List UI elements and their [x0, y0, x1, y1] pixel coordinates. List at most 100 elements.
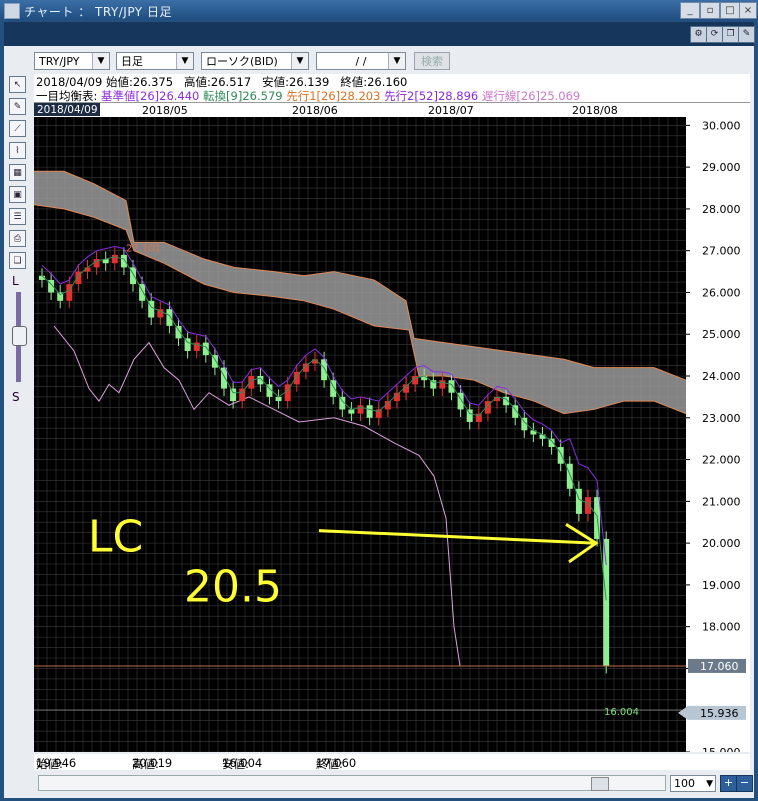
chevron-down-icon: ▼	[388, 53, 405, 69]
chart-toolbar: TRY/JPY ▼ 日足 ▼ ローソク(BID) ▼ / / ▼ 検索	[4, 46, 754, 74]
minimize-icon[interactable]: _	[680, 2, 700, 19]
bottom-high-value: 20.019	[132, 756, 173, 770]
zoom-out-icon[interactable]: −	[736, 775, 753, 792]
candle-body	[230, 388, 237, 402]
open-label: 始値:	[105, 75, 133, 89]
info-date: 2018/04/09	[36, 75, 103, 89]
period-select[interactable]: 日足 ▼	[116, 52, 194, 70]
candle-body	[357, 405, 364, 414]
chart-window: チャート ： TRY/JPY 日足 _ ▫ □ × ⚙ ⟳ ❐ ✎ TRY/JP…	[0, 0, 758, 801]
gear-icon[interactable]: ⚙	[690, 26, 707, 43]
candle-body	[439, 380, 446, 389]
zoom-in-icon[interactable]: +	[720, 775, 737, 792]
trend-tool-icon[interactable]: ⌇	[9, 142, 26, 159]
y-tick-label: 15.000	[702, 746, 741, 752]
candle-body	[111, 254, 118, 264]
y-tick-label: 18.000	[702, 621, 741, 634]
search-button[interactable]: 検索	[414, 52, 450, 70]
candle-body	[348, 409, 355, 414]
scrollbar-thumb[interactable]	[591, 777, 609, 791]
app-icon	[4, 3, 20, 19]
candle-body	[557, 447, 564, 464]
annotation-lc: LC	[88, 511, 143, 562]
date-input-value: / /	[355, 55, 367, 68]
title-bar: チャート ： TRY/JPY 日足 _ ▫ □ ×	[0, 0, 758, 20]
price-chart[interactable]: 2018/04/09 2018/05 2018/06 2018/07 2018/08 30…	[33, 103, 750, 759]
y-tick-label: 24.000	[702, 370, 741, 383]
x-tick-label: 2018/06	[292, 104, 338, 117]
layers-icon[interactable]: ❏	[9, 252, 26, 269]
calc-tool-icon[interactable]: ▦	[9, 164, 26, 181]
cursor-tool-icon[interactable]: ↖	[9, 76, 26, 93]
x-tick-label: 2018/04/09	[37, 104, 98, 116]
y-axis-area	[686, 103, 750, 752]
y-tick-label: 27.000	[702, 245, 741, 258]
restore-icon[interactable]: ▫	[700, 2, 720, 19]
print-icon[interactable]: ⎙	[9, 230, 26, 247]
y-tick-label: 29.000	[702, 161, 741, 174]
x-tick-label: 2018/05	[142, 104, 188, 117]
senkou1-value: 先行1[26]28.203	[286, 89, 381, 103]
y-tick-label: 28.000	[702, 203, 741, 216]
chart-panel: TRY/JPY ▼ 日足 ▼ ローソク(BID) ▼ / / ▼ 検索 ↖ ✎ …	[4, 46, 754, 798]
close-value: 26.160	[367, 75, 408, 89]
chevron-down-icon: ▼	[92, 53, 109, 69]
chart-type-select-value: ローソク(BID)	[206, 55, 278, 68]
candle-body	[221, 367, 227, 389]
bottom-open-value: 19.946	[36, 756, 77, 770]
ohlc-info: 2018/04/09 始値:26.375 高値:26.517 安値:26.139…	[34, 74, 750, 103]
pair-select-value: TRY/JPY	[39, 55, 80, 68]
candle-body	[430, 380, 437, 389]
annotation-level: 20.5	[184, 562, 282, 613]
period-select-value: 日足	[121, 55, 143, 68]
chevron-down-icon: ▼	[706, 779, 713, 789]
low-label: 安値:	[262, 75, 290, 89]
y-tick-label: 25.000	[702, 328, 741, 341]
maximize-icon[interactable]: □	[720, 2, 740, 19]
price-line-label: 17.060	[700, 660, 739, 673]
y-tick-label: 20.000	[702, 537, 741, 550]
x-tick-label: 2018/08	[572, 104, 618, 117]
y-tick-label: 26.000	[702, 286, 741, 299]
horizontal-scrollbar[interactable]	[38, 775, 666, 791]
chart-type-select[interactable]: ローソク(BID) ▼	[201, 52, 309, 70]
pin-icon[interactable]: ✎	[738, 26, 755, 43]
close-label: 終値:	[340, 75, 368, 89]
ichimoku-row: 一目均衡表: 基準値[26]26.440 転換[9]26.579 先行1[26]…	[36, 88, 580, 104]
line-tool-icon[interactable]: ⟋	[9, 120, 26, 137]
close-icon[interactable]: ×	[739, 2, 757, 19]
copy-icon[interactable]: ❐	[722, 26, 739, 43]
price-chart-svg[interactable]: 2018/04/09 2018/05 2018/06 2018/07 2018/08 30…	[33, 103, 750, 759]
list-tool-icon[interactable]: ☰	[9, 208, 26, 225]
candle-body	[603, 538, 610, 666]
zoom-select[interactable]: 100 ▼	[670, 775, 716, 792]
plot-area	[34, 117, 686, 752]
zoom-value: 100	[674, 777, 695, 790]
chevron-down-icon: ▼	[176, 53, 193, 69]
candle-body	[448, 380, 455, 393]
chevron-down-icon: ▼	[291, 53, 308, 69]
bottom-close-value: 17.060	[316, 756, 357, 770]
window-tool-icon[interactable]: ▣	[9, 186, 26, 203]
bottom-low-value: 16.004	[222, 756, 263, 770]
chart-scroll-row: 100 ▼ + −	[34, 772, 753, 794]
candle-body	[120, 254, 127, 268]
slider-label-top: L	[12, 274, 19, 288]
window-title: チャート ： TRY/JPY 日足	[24, 5, 172, 19]
x-tick-label: 2018/07	[428, 104, 474, 117]
tenkan-value: 転換[9]26.579	[203, 89, 283, 103]
pen-tool-icon[interactable]: ✎	[9, 98, 26, 115]
candle-body	[539, 434, 546, 439]
candle-body	[275, 396, 282, 402]
senkou2-value: 先行2[52]28.896	[384, 89, 479, 103]
chikou-value: 遅行線[26]25.069	[481, 89, 581, 103]
refresh-icon[interactable]: ⟳	[706, 26, 723, 43]
pair-select[interactable]: TRY/JPY ▼	[34, 52, 110, 70]
zoom-slider-knob[interactable]	[12, 326, 27, 346]
date-input[interactable]: / / ▼	[316, 52, 406, 70]
current-price-label: 15.936	[700, 707, 739, 720]
y-tick-label: 30.000	[702, 119, 741, 132]
high-label: 高値:	[184, 75, 211, 89]
low-marker-label: 16.004	[604, 707, 639, 718]
high-value: 26.517	[210, 75, 252, 89]
